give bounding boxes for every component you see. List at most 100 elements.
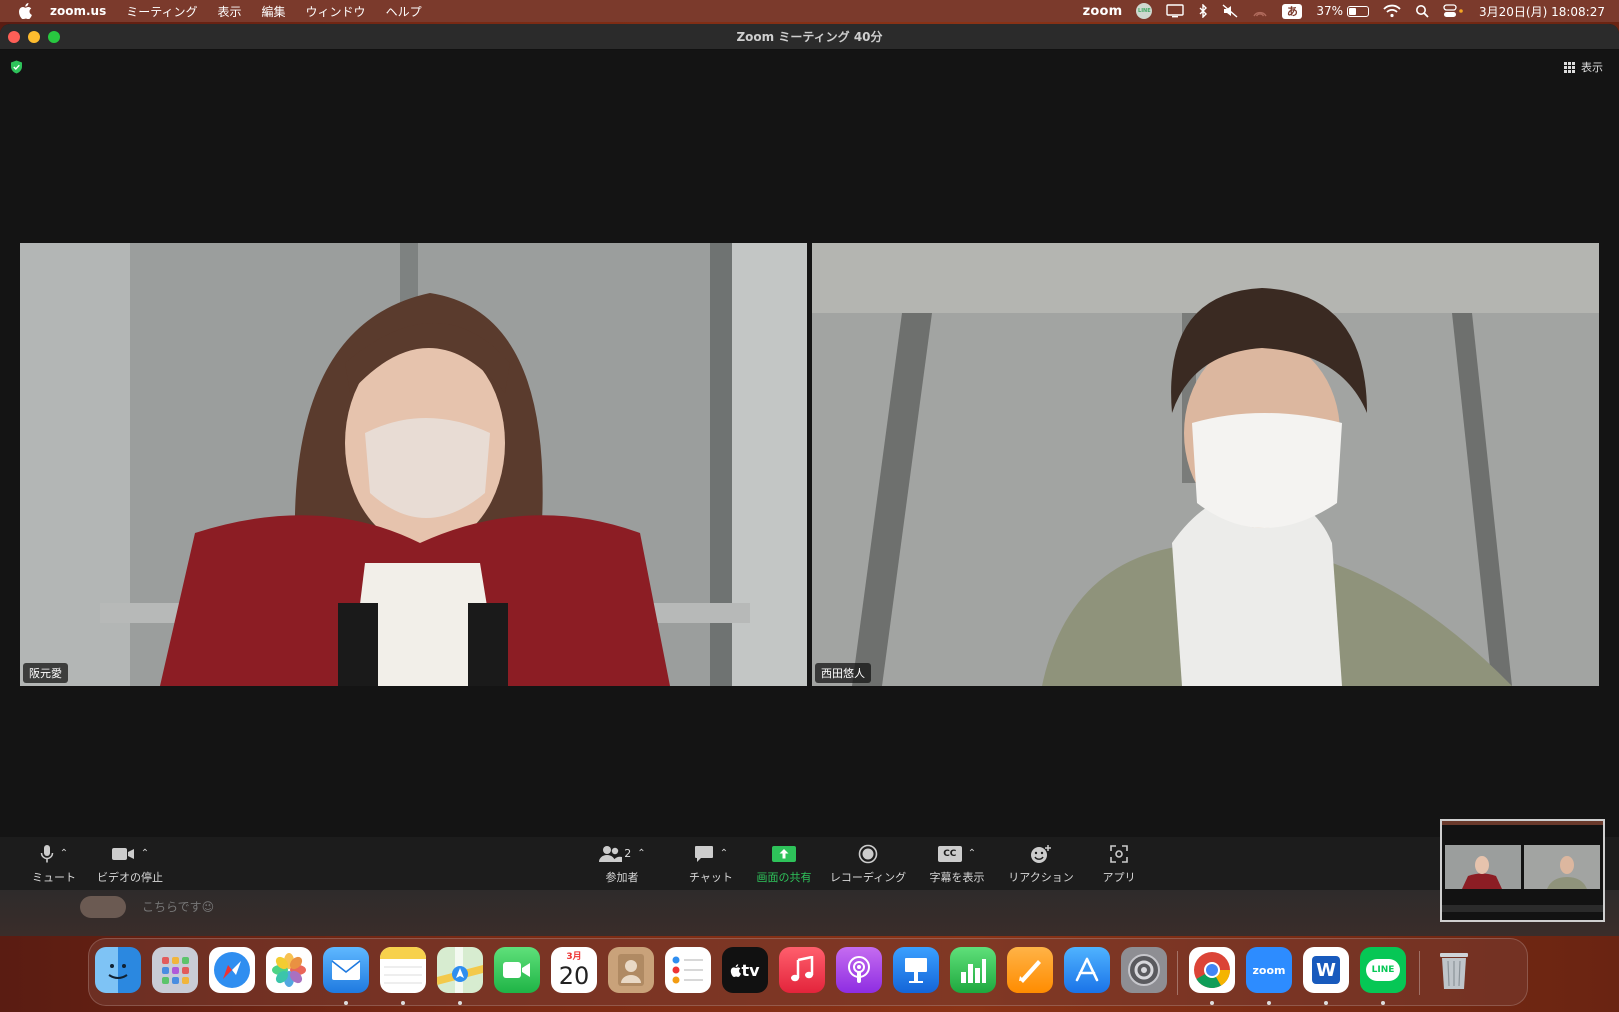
- menu-edit[interactable]: 編集: [262, 3, 286, 20]
- contacts-icon: [618, 954, 644, 986]
- notes-running-dot: [401, 1001, 405, 1005]
- zoom-window-button[interactable]: [48, 31, 60, 43]
- screen-share-thumbnail[interactable]: [1440, 819, 1605, 922]
- chat-options-chevron-icon[interactable]: ⌃: [720, 848, 728, 859]
- background-app-strip: こちらです😉: [0, 890, 1619, 936]
- wifi-icon[interactable]: [1383, 4, 1401, 18]
- thumbnail-preview: [1442, 821, 1603, 920]
- dock-word[interactable]: W: [1303, 947, 1349, 993]
- battery-fill: [1349, 7, 1356, 15]
- participants-button[interactable]: 2 ⌃ 参加者: [588, 837, 656, 890]
- menu-app-name[interactable]: zoom.us: [50, 4, 106, 18]
- stop-video-button[interactable]: ⌃ ビデオの停止: [96, 837, 164, 890]
- dock-keynote[interactable]: [893, 947, 939, 993]
- facetime-camera-icon: [503, 962, 530, 978]
- participant-1-video: [20, 243, 807, 686]
- dock-chrome[interactable]: [1189, 947, 1235, 993]
- volume-muted-icon[interactable]: [1222, 4, 1238, 18]
- view-toggle-button[interactable]: 表示: [1564, 59, 1603, 75]
- minimize-button[interactable]: [28, 31, 40, 43]
- video-tile-participant-2[interactable]: 西田悠人: [812, 243, 1599, 686]
- dock-mail[interactable]: [323, 947, 369, 993]
- dock-apple-tv[interactable]: tv: [722, 947, 768, 993]
- mute-button[interactable]: ⌃ ミュート: [22, 837, 86, 890]
- zoom-running-dot: [1267, 1001, 1271, 1005]
- display-icon[interactable]: [1166, 4, 1185, 18]
- zoom-status-icon[interactable]: zoom: [1083, 4, 1123, 19]
- dock-reminders[interactable]: [665, 947, 711, 993]
- video-camera-icon: [111, 847, 134, 860]
- dock-photos[interactable]: [266, 947, 312, 993]
- spotlight-search-icon[interactable]: [1415, 4, 1429, 18]
- encryption-shield-icon[interactable]: [10, 60, 23, 74]
- dock-notes[interactable]: [380, 947, 426, 993]
- menu-help[interactable]: ヘルプ: [386, 3, 422, 20]
- captions-options-chevron-icon[interactable]: ⌃: [968, 848, 976, 859]
- zoom-meeting-window: Zoom ミーティング 40分 表示 阪元愛 西田悠人 ⌃ ミュート ⌃ ビデオ…: [0, 24, 1619, 890]
- video-options-chevron-icon[interactable]: ⌃: [141, 848, 149, 859]
- menu-view[interactable]: 表示: [218, 3, 242, 20]
- record-button[interactable]: レコーディング: [828, 837, 908, 890]
- dock-safari[interactable]: [209, 947, 255, 993]
- dock-maps[interactable]: [437, 947, 483, 993]
- dock-zoom[interactable]: zoom: [1246, 947, 1292, 993]
- participant-2-video: [812, 243, 1599, 686]
- dock-finder[interactable]: [95, 947, 141, 993]
- show-captions-button[interactable]: CC ⌃ 字幕を表示: [924, 837, 990, 890]
- apple-tv-logo-icon: [731, 963, 742, 977]
- line-running-dot: [1381, 1001, 1385, 1005]
- reaction-emoji-icon: [1031, 844, 1051, 863]
- dock-podcasts[interactable]: [836, 947, 882, 993]
- chat-button[interactable]: ⌃ チャット: [676, 837, 746, 890]
- zoom-app-label: zoom: [1252, 963, 1286, 977]
- record-icon: [858, 844, 878, 863]
- battery-percent: 37%: [1316, 4, 1344, 18]
- menu-window[interactable]: ウィンドウ: [306, 3, 366, 20]
- chat-label: チャット: [689, 870, 733, 884]
- dock-contacts[interactable]: [608, 947, 654, 993]
- numbers-chart-icon: [961, 959, 986, 983]
- clock[interactable]: 3月20日(月) 18:08:27: [1479, 3, 1605, 20]
- dock-launchpad[interactable]: [152, 947, 198, 993]
- battery-indicator[interactable]: 37%: [1316, 4, 1370, 18]
- settings-gear-icon: [1128, 954, 1160, 986]
- dock-trash[interactable]: [1431, 947, 1477, 993]
- dock-calendar[interactable]: 3月 20: [551, 947, 597, 993]
- participants-options-chevron-icon[interactable]: ⌃: [637, 848, 645, 859]
- share-screen-label: 画面の共有: [756, 870, 812, 884]
- airplay-icon[interactable]: [1252, 4, 1268, 18]
- mute-options-chevron-icon[interactable]: ⌃: [60, 848, 68, 859]
- participant-count: 2: [624, 847, 632, 860]
- dock-app-store[interactable]: [1064, 947, 1110, 993]
- window-title: Zoom ミーティング 40分: [736, 30, 883, 44]
- bluetooth-icon[interactable]: [1198, 4, 1208, 18]
- maps-icon: [437, 947, 483, 993]
- dock-separator-trash: [1419, 951, 1420, 995]
- window-titlebar[interactable]: Zoom ミーティング 40分: [0, 24, 1619, 50]
- dock-facetime[interactable]: [494, 947, 540, 993]
- line-status-label: LINE: [1138, 8, 1151, 14]
- dock-pages[interactable]: [1007, 947, 1053, 993]
- participant-1-name: 阪元愛: [23, 663, 68, 683]
- calendar-day: 20: [558, 962, 590, 990]
- apple-icon[interactable]: [18, 3, 32, 19]
- reactions-button[interactable]: リアクション: [1006, 837, 1076, 890]
- reminders-icon: [672, 956, 703, 984]
- apps-button[interactable]: アプリ: [1094, 837, 1144, 890]
- word-running-dot: [1324, 1001, 1328, 1005]
- close-button[interactable]: [8, 31, 20, 43]
- dock-numbers[interactable]: [950, 947, 996, 993]
- grid-view-icon: [1564, 61, 1575, 73]
- dock-music[interactable]: [779, 947, 825, 993]
- share-screen-button[interactable]: 画面の共有: [752, 837, 816, 890]
- video-tile-participant-1[interactable]: 阪元愛: [20, 243, 807, 686]
- line-status-icon[interactable]: LINE: [1136, 3, 1153, 19]
- control-center-icon[interactable]: [1443, 4, 1465, 18]
- pages-pen-icon: [1019, 960, 1041, 983]
- input-method-indicator[interactable]: あ: [1282, 3, 1303, 19]
- menu-meeting[interactable]: ミーティング: [126, 3, 197, 20]
- dock-line[interactable]: LINE: [1360, 947, 1406, 993]
- launchpad-icon: [162, 957, 189, 984]
- chrome-icon: [1194, 952, 1230, 989]
- dock-system-settings[interactable]: [1121, 947, 1167, 993]
